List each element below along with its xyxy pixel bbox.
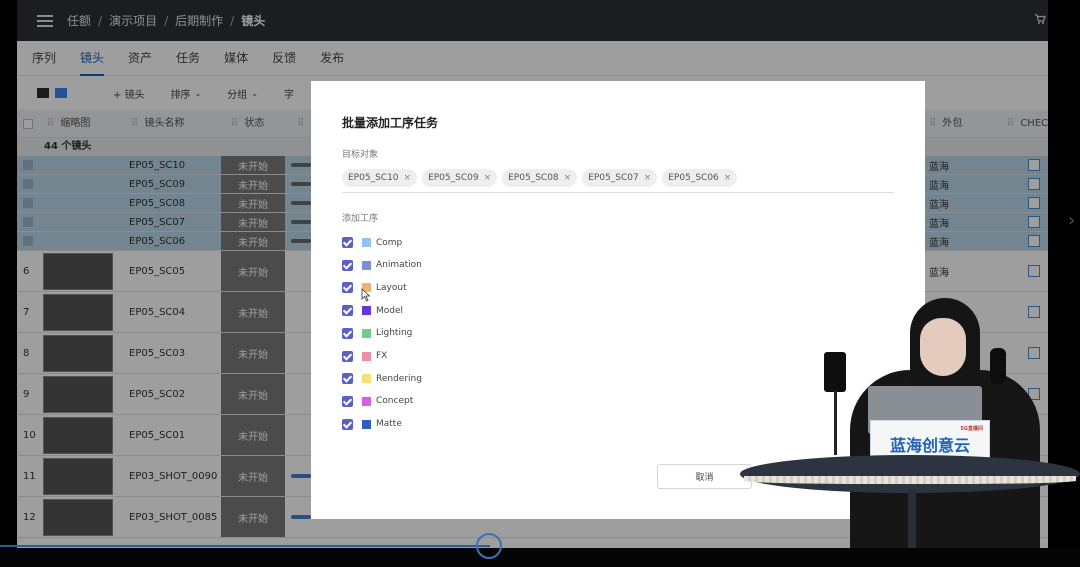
process-name: Model	[376, 305, 404, 316]
process-name: Rendering	[376, 373, 422, 384]
close-icon[interactable]: ×	[724, 173, 732, 183]
phone-stand	[834, 390, 837, 455]
process-name: Concept	[376, 396, 414, 407]
presenter-video: 蓝海创意云 5G直播间	[740, 290, 1080, 550]
checkbox-checked-icon[interactable]	[342, 350, 353, 362]
checkbox-checked-icon[interactable]	[342, 418, 353, 430]
process-color-swatch	[362, 374, 371, 384]
process-item[interactable]: Concept	[342, 395, 413, 408]
target-label: 目标对象	[342, 150, 379, 160]
target-chip: EP05_SC06 ×	[662, 169, 738, 187]
process-name: Comp	[376, 237, 403, 248]
dialog-title: 批量添加工序任务	[342, 116, 439, 130]
brand-sign-text: 蓝海创意云	[889, 436, 970, 455]
process-item[interactable]: Animation	[342, 259, 422, 272]
close-icon[interactable]: ×	[644, 173, 652, 183]
process-label: 添加工序	[342, 214, 379, 224]
target-chip: EP05_SC09 ×	[422, 169, 498, 187]
target-chip-label: EP05_SC07	[588, 173, 639, 183]
target-chip-label: EP05_SC09	[428, 173, 479, 183]
target-chip: EP05_SC10 ×	[342, 169, 418, 187]
process-item[interactable]: Comp	[342, 236, 402, 249]
process-name: Lighting	[376, 328, 413, 339]
microphone-icon	[990, 348, 1006, 384]
process-name: Matte	[376, 419, 402, 430]
checkbox-checked-icon[interactable]	[342, 395, 353, 407]
checkbox-checked-icon[interactable]	[342, 259, 353, 271]
target-chip: EP05_SC08 ×	[502, 169, 578, 187]
brand-sign-tag: 5G直播间	[960, 426, 983, 432]
process-name: Layout	[376, 282, 407, 293]
target-chip-label: EP05_SC06	[668, 173, 719, 183]
target-select[interactable]: EP05_SC10 × EP05_SC09 × EP05_SC08 × EP05_SC07 ×…	[342, 169, 894, 193]
presenter-face	[920, 318, 966, 376]
process-item[interactable]: Rendering	[342, 372, 422, 385]
video-progress-handle[interactable]	[476, 533, 502, 559]
video-progress-bar[interactable]	[0, 545, 490, 547]
target-chip-label: EP05_SC08	[508, 173, 559, 183]
process-name: FX	[376, 351, 388, 361]
process-color-swatch	[362, 396, 371, 406]
process-name: Animation	[376, 260, 422, 271]
video-bottom-bar	[0, 548, 1080, 567]
process-item[interactable]: Matte	[342, 418, 402, 431]
checkbox-checked-icon[interactable]	[342, 305, 353, 317]
close-icon[interactable]: ×	[484, 173, 492, 183]
mouse-cursor-icon	[361, 288, 371, 302]
chevron-right-icon[interactable]: ›	[1068, 210, 1078, 236]
process-color-swatch	[362, 260, 371, 270]
process-color-swatch	[362, 328, 371, 338]
process-item[interactable]: Lighting	[342, 327, 412, 340]
target-chip: EP05_SC07 ×	[582, 169, 658, 187]
cancel-button[interactable]: 取消	[657, 464, 752, 489]
checkbox-checked-icon[interactable]	[342, 237, 353, 248]
process-item[interactable]: FX	[342, 350, 387, 363]
close-icon[interactable]: ×	[564, 173, 572, 183]
checkbox-checked-icon[interactable]	[342, 327, 353, 339]
presenter-table	[740, 455, 1080, 493]
table-fringe	[744, 476, 1076, 484]
phone-on-stand	[824, 352, 846, 392]
process-color-swatch	[362, 351, 371, 361]
process-color-swatch	[362, 238, 371, 247]
target-chip-label: EP05_SC10	[348, 173, 399, 183]
process-item[interactable]: Layout	[342, 281, 407, 294]
checkbox-checked-icon[interactable]	[342, 282, 353, 294]
close-icon[interactable]: ×	[404, 173, 412, 183]
process-color-swatch	[362, 419, 371, 429]
checkbox-checked-icon[interactable]	[342, 373, 353, 385]
process-item[interactable]: Model	[342, 304, 403, 317]
table-leg	[908, 490, 916, 550]
process-color-swatch	[362, 306, 371, 316]
